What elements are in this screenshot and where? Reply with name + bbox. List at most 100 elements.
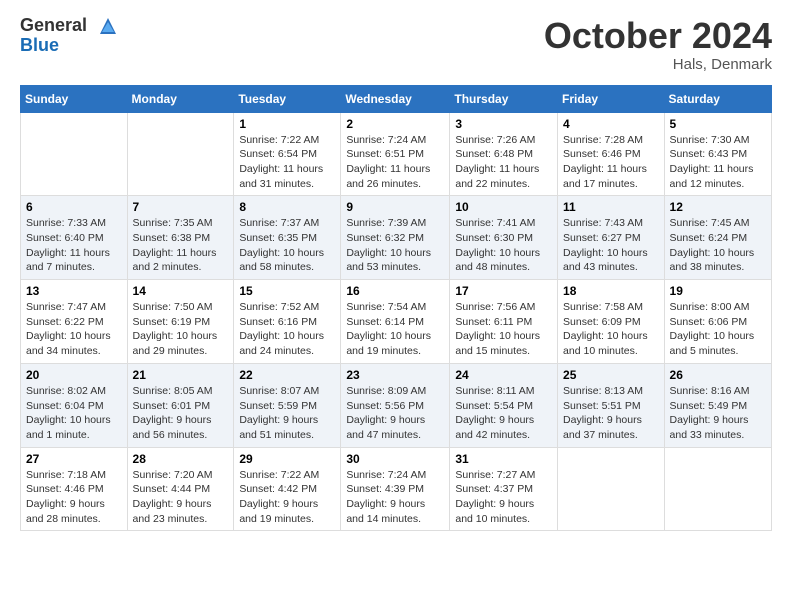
location: Hals, Denmark bbox=[544, 56, 772, 73]
day-info: Sunrise: 7:20 AMSunset: 4:44 PMDaylight:… bbox=[133, 468, 229, 527]
day-info: Sunrise: 7:22 AMSunset: 4:42 PMDaylight:… bbox=[239, 468, 335, 527]
weekday-header: Monday bbox=[127, 85, 234, 112]
day-number: 18 bbox=[563, 284, 659, 298]
calendar-cell: 27 Sunrise: 7:18 AMSunset: 4:46 PMDayligh… bbox=[21, 447, 128, 531]
calendar-cell: 20 Sunrise: 8:02 AMSunset: 6:04 PMDayligh… bbox=[21, 363, 128, 447]
day-number: 13 bbox=[26, 284, 122, 298]
day-number: 19 bbox=[670, 284, 766, 298]
day-number: 8 bbox=[239, 200, 335, 214]
day-info: Sunrise: 7:47 AMSunset: 6:22 PMDaylight:… bbox=[26, 300, 122, 359]
calendar-cell: 25 Sunrise: 8:13 AMSunset: 5:51 PMDayligh… bbox=[558, 363, 665, 447]
calendar-cell: 17 Sunrise: 7:56 AMSunset: 6:11 PMDayligh… bbox=[450, 280, 558, 364]
day-info: Sunrise: 7:27 AMSunset: 4:37 PMDaylight:… bbox=[455, 468, 552, 527]
day-number: 31 bbox=[455, 452, 552, 466]
calendar-cell: 9 Sunrise: 7:39 AMSunset: 6:32 PMDaylight… bbox=[341, 196, 450, 280]
calendar-week-row: 6 Sunrise: 7:33 AMSunset: 6:40 PMDaylight… bbox=[21, 196, 772, 280]
day-info: Sunrise: 7:28 AMSunset: 6:46 PMDaylight:… bbox=[563, 133, 659, 192]
day-number: 7 bbox=[133, 200, 229, 214]
calendar-cell: 16Sunrise: 7:54 AMSunset: 6:14 PMDayligh… bbox=[341, 280, 450, 364]
calendar-cell bbox=[664, 447, 771, 531]
day-info: Sunrise: 7:37 AMSunset: 6:35 PMDaylight:… bbox=[239, 216, 335, 275]
day-number: 10 bbox=[455, 200, 552, 214]
calendar-cell: 18Sunrise: 7:58 AMSunset: 6:09 PMDayligh… bbox=[558, 280, 665, 364]
day-number: 1 bbox=[239, 117, 335, 131]
calendar-cell: 6 Sunrise: 7:33 AMSunset: 6:40 PMDaylight… bbox=[21, 196, 128, 280]
weekday-header: Friday bbox=[558, 85, 665, 112]
day-info: Sunrise: 8:07 AMSunset: 5:59 PMDaylight:… bbox=[239, 384, 335, 443]
calendar-week-row: 20 Sunrise: 8:02 AMSunset: 6:04 PMDayligh… bbox=[21, 363, 772, 447]
day-info: Sunrise: 8:02 AMSunset: 6:04 PMDaylight:… bbox=[26, 384, 122, 443]
day-number: 20 bbox=[26, 368, 122, 382]
day-info: Sunrise: 7:43 AMSunset: 6:27 PMDaylight:… bbox=[563, 216, 659, 275]
day-info: Sunrise: 7:52 AMSunset: 6:16 PMDaylight:… bbox=[239, 300, 335, 359]
calendar-cell: 23 Sunrise: 8:09 AMSunset: 5:56 PMDayligh… bbox=[341, 363, 450, 447]
calendar-cell: 22 Sunrise: 8:07 AMSunset: 5:59 PMDayligh… bbox=[234, 363, 341, 447]
calendar-cell: 26 Sunrise: 8:16 AMSunset: 5:49 PMDayligh… bbox=[664, 363, 771, 447]
logo-blue: Blue bbox=[20, 35, 59, 55]
day-info: Sunrise: 7:24 AMSunset: 6:51 PMDaylight:… bbox=[346, 133, 444, 192]
day-number: 25 bbox=[563, 368, 659, 382]
calendar-cell: 7 Sunrise: 7:35 AMSunset: 6:38 PMDaylight… bbox=[127, 196, 234, 280]
calendar-cell: 4 Sunrise: 7:28 AMSunset: 6:46 PMDaylight… bbox=[558, 112, 665, 196]
calendar-cell: 28 Sunrise: 7:20 AMSunset: 4:44 PMDayligh… bbox=[127, 447, 234, 531]
month-title: October 2024 bbox=[544, 16, 772, 56]
calendar-cell: 12 Sunrise: 7:45 AMSunset: 6:24 PMDayligh… bbox=[664, 196, 771, 280]
calendar-cell: 30 Sunrise: 7:24 AMSunset: 4:39 PMDayligh… bbox=[341, 447, 450, 531]
day-number: 23 bbox=[346, 368, 444, 382]
day-number: 28 bbox=[133, 452, 229, 466]
calendar-cell: 29 Sunrise: 7:22 AMSunset: 4:42 PMDayligh… bbox=[234, 447, 341, 531]
weekday-header: Saturday bbox=[664, 85, 771, 112]
day-info: Sunrise: 8:11 AMSunset: 5:54 PMDaylight:… bbox=[455, 384, 552, 443]
day-info: Sunrise: 7:22 AMSunset: 6:54 PMDaylight:… bbox=[239, 133, 335, 192]
calendar-week-row: 13 Sunrise: 7:47 AMSunset: 6:22 PMDayligh… bbox=[21, 280, 772, 364]
calendar-cell: 2 Sunrise: 7:24 AMSunset: 6:51 PMDaylight… bbox=[341, 112, 450, 196]
calendar-week-row: 1 Sunrise: 7:22 AMSunset: 6:54 PMDaylight… bbox=[21, 112, 772, 196]
day-info: Sunrise: 7:45 AMSunset: 6:24 PMDaylight:… bbox=[670, 216, 766, 275]
day-number: 6 bbox=[26, 200, 122, 214]
day-info: Sunrise: 8:00 AMSunset: 6:06 PMDaylight:… bbox=[670, 300, 766, 359]
day-number: 9 bbox=[346, 200, 444, 214]
day-info: Sunrise: 8:09 AMSunset: 5:56 PMDaylight:… bbox=[346, 384, 444, 443]
day-number: 16 bbox=[346, 284, 444, 298]
calendar-cell bbox=[558, 447, 665, 531]
day-number: 26 bbox=[670, 368, 766, 382]
day-number: 22 bbox=[239, 368, 335, 382]
day-number: 30 bbox=[346, 452, 444, 466]
calendar-cell: 21Sunrise: 8:05 AMSunset: 6:01 PMDayligh… bbox=[127, 363, 234, 447]
day-number: 15 bbox=[239, 284, 335, 298]
day-number: 5 bbox=[670, 117, 766, 131]
day-number: 2 bbox=[346, 117, 444, 131]
day-number: 12 bbox=[670, 200, 766, 214]
calendar-cell: 13 Sunrise: 7:47 AMSunset: 6:22 PMDayligh… bbox=[21, 280, 128, 364]
day-info: Sunrise: 8:05 AMSunset: 6:01 PMDaylight:… bbox=[133, 384, 229, 443]
calendar-cell: 3Sunrise: 7:26 AMSunset: 6:48 PMDaylight… bbox=[450, 112, 558, 196]
day-number: 29 bbox=[239, 452, 335, 466]
day-info: Sunrise: 7:50 AMSunset: 6:19 PMDaylight:… bbox=[133, 300, 229, 359]
day-info: Sunrise: 7:35 AMSunset: 6:38 PMDaylight:… bbox=[133, 216, 229, 275]
weekday-header: Wednesday bbox=[341, 85, 450, 112]
day-info: Sunrise: 7:39 AMSunset: 6:32 PMDaylight:… bbox=[346, 216, 444, 275]
calendar-cell: 31 Sunrise: 7:27 AMSunset: 4:37 PMDayligh… bbox=[450, 447, 558, 531]
calendar-cell bbox=[127, 112, 234, 196]
day-info: Sunrise: 8:16 AMSunset: 5:49 PMDaylight:… bbox=[670, 384, 766, 443]
day-info: Sunrise: 7:30 AMSunset: 6:43 PMDaylight:… bbox=[670, 133, 766, 192]
day-info: Sunrise: 7:56 AMSunset: 6:11 PMDaylight:… bbox=[455, 300, 552, 359]
calendar-cell: 14 Sunrise: 7:50 AMSunset: 6:19 PMDayligh… bbox=[127, 280, 234, 364]
day-info: Sunrise: 7:18 AMSunset: 4:46 PMDaylight:… bbox=[26, 468, 122, 527]
day-info: Sunrise: 8:13 AMSunset: 5:51 PMDaylight:… bbox=[563, 384, 659, 443]
page: General Blue October 2024 Hals, Denmark bbox=[0, 0, 792, 547]
calendar-cell: 15 Sunrise: 7:52 AMSunset: 6:16 PMDayligh… bbox=[234, 280, 341, 364]
day-info: Sunrise: 7:26 AMSunset: 6:48 PMDaylight:… bbox=[455, 133, 552, 192]
logo-general: General bbox=[20, 16, 118, 36]
day-number: 4 bbox=[563, 117, 659, 131]
calendar-cell: 5 Sunrise: 7:30 AMSunset: 6:43 PMDaylight… bbox=[664, 112, 771, 196]
calendar-cell: 19 Sunrise: 8:00 AMSunset: 6:06 PMDayligh… bbox=[664, 280, 771, 364]
day-info: Sunrise: 7:33 AMSunset: 6:40 PMDaylight:… bbox=[26, 216, 122, 275]
calendar-cell: 10Sunrise: 7:41 AMSunset: 6:30 PMDayligh… bbox=[450, 196, 558, 280]
calendar-cell: 24Sunrise: 8:11 AMSunset: 5:54 PMDayligh… bbox=[450, 363, 558, 447]
day-number: 14 bbox=[133, 284, 229, 298]
day-number: 27 bbox=[26, 452, 122, 466]
day-number: 17 bbox=[455, 284, 552, 298]
day-info: Sunrise: 7:24 AMSunset: 4:39 PMDaylight:… bbox=[346, 468, 444, 527]
weekday-header: Sunday bbox=[21, 85, 128, 112]
